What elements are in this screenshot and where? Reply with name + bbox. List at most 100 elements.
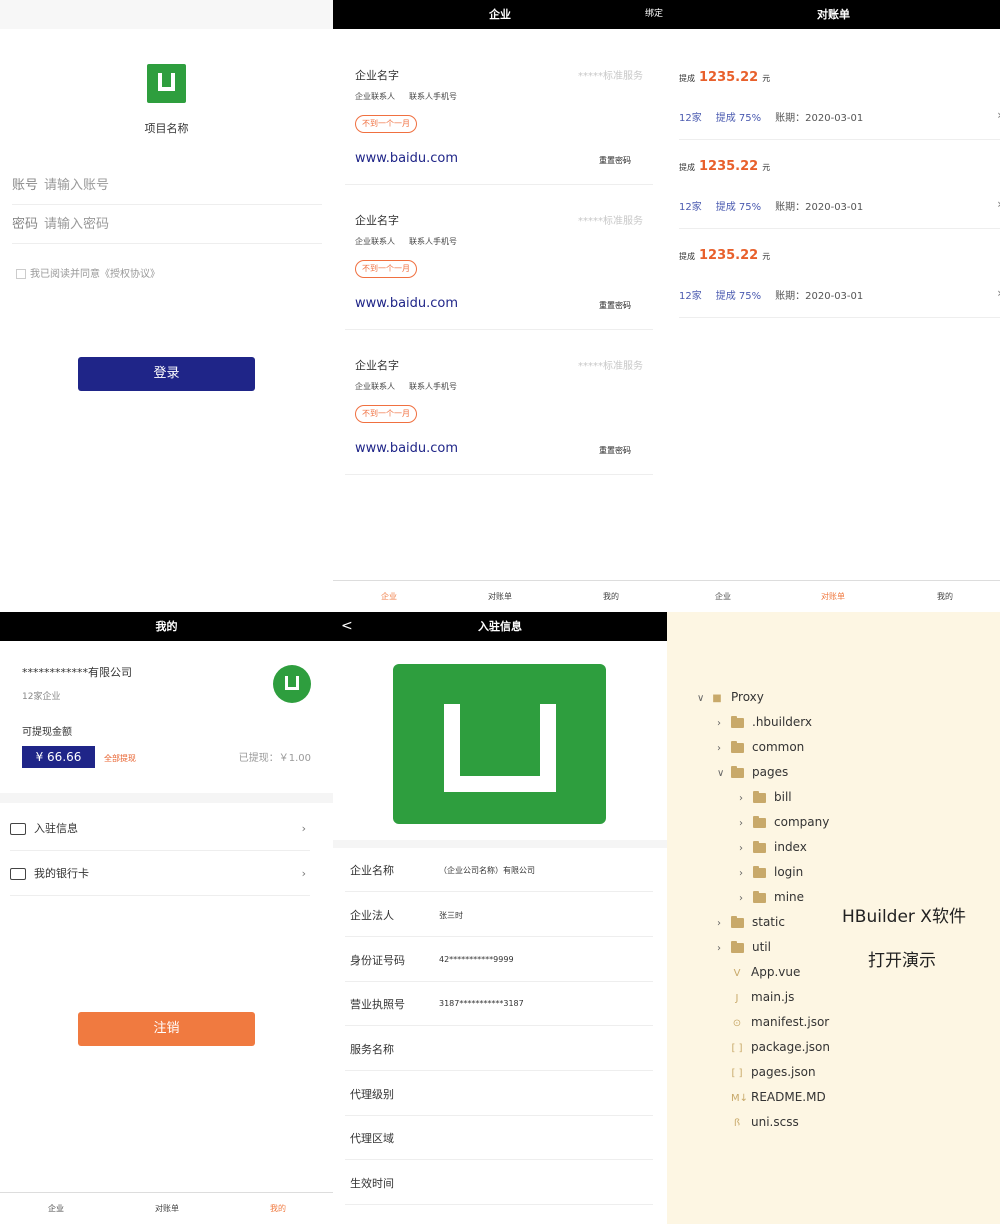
tree-item[interactable]: [ ] pages.json [731,1062,816,1082]
tree-item[interactable]: › login [739,862,803,882]
tree-label: bill [774,790,792,804]
commission-unit: 元 [762,163,771,172]
tree-item[interactable]: ꟗ uni.scss [731,1112,799,1132]
reset-password-button[interactable]: 重置密码 [599,445,631,456]
tree-item[interactable]: [ ] package.json [731,1037,831,1057]
info-row: 企业名称 （企业公司名称）有限公司 [345,848,653,892]
tree-item[interactable]: › bill [739,787,792,807]
tree-label: README.MD [751,1090,826,1104]
commission-unit: 元 [762,74,771,83]
tree-label: manifest.jsor [751,1015,830,1029]
bill-nav-title: 对账单 [817,8,850,21]
folder-icon [753,790,766,803]
company-count: 12家 [679,291,702,302]
tab-mine[interactable]: 我的 [603,591,619,602]
tree-item[interactable]: › .hbuilderx [717,712,812,732]
company-card[interactable]: 企业名字 *****标准服务 企业联系人 联系人手机号 不到一个一月 www.ba… [345,333,653,475]
bill-commission: 提成 1235.22 元 [679,70,770,85]
tab-bill[interactable]: 对账单 [821,591,845,602]
tree-item[interactable]: ∨ pages [717,762,788,782]
logout-button[interactable]: 注销 [78,1012,255,1046]
tab-mine[interactable]: 我的 [270,1203,286,1214]
withdraw-label: 可提现金额 [22,727,72,738]
reset-password-button[interactable]: 重置密码 [599,300,631,311]
contact-phone: 联系人手机号 [409,382,457,391]
account-summary: ************有限公司 12家企业 可提现金额 ¥ 66.66 全部提… [0,641,333,793]
tree-label: company [774,815,830,829]
company-contact: 企业联系人 联系人手机号 [355,236,471,247]
app-logo [147,64,186,103]
company-card[interactable]: 企业名字 *****标准服务 企业联系人 联系人手机号 不到一个一月 www.ba… [345,188,653,330]
withdrawn-amount: 已提现：￥1.00 [238,753,311,764]
tree-root[interactable]: ∨ ■ Proxy [697,687,764,707]
reset-password-button[interactable]: 重置密码 [599,155,631,166]
company-name: 企业名字 [355,359,399,372]
bill-details: 12家 提成 75% 账期：2020-03-01 [679,198,863,213]
caption-line2: 打开演示 [868,951,936,971]
info-row: 代理区域 [345,1116,653,1160]
info-label: 服务名称 [350,1043,394,1056]
agree-row[interactable]: 我已阅读并同意《授权协议》 [16,265,160,280]
company-contact: 企业联系人 联系人手机号 [355,91,471,102]
account-field[interactable]: 账号 请输入账号 [12,167,322,205]
contact-person: 企业联系人 [355,237,395,246]
password-input[interactable]: 请输入密码 [44,217,109,232]
tab-company[interactable]: 企业 [381,591,397,602]
duration-tag: 不到一个一月 [355,115,417,133]
login-button[interactable]: 登录 [78,357,255,391]
folder-icon [753,840,766,853]
tree-label: .hbuilderx [752,715,813,729]
password-field[interactable]: 密码 请输入密码 [12,206,322,244]
tab-company[interactable]: 企业 [715,591,731,602]
project-icon: ■ [712,693,722,704]
bind-button[interactable]: 绑定 [645,0,663,29]
mine-navbar: 我的 [0,612,333,641]
tree-label: index [774,840,807,854]
company-nav-title: 企业 [489,8,511,21]
company-navbar: 企业 绑定 [333,0,667,29]
agree-text[interactable]: 我已阅读并同意《授权协议》 [30,269,160,280]
info-navbar: < 入驻信息 [333,612,667,641]
project-file-tree: ∨ ■ Proxy › .hbuilderx › common ∨ pages › bill… [667,612,1000,1224]
folder-icon [731,740,744,753]
commission-label: 提成 [679,163,695,172]
company-url[interactable]: www.baidu.com [355,441,458,456]
markdown-file-icon: M↓ [731,1093,749,1104]
tree-item[interactable]: ⊙ manifest.jsor [731,1012,829,1032]
tree-item[interactable]: › common [717,737,804,757]
login-navbar [0,0,333,29]
login-screen: 项目名称 账号 请输入账号 密码 请输入密码 我已阅读并同意《授权协议》 登录 [0,0,333,612]
tab-bill[interactable]: 对账单 [155,1203,179,1214]
manifest-file-icon: ⊙ [732,1018,742,1029]
json-file-icon: [ ] [731,1043,743,1054]
chevron-down-icon: ∨ [717,768,725,779]
tree-item[interactable]: › company [739,812,829,832]
menu-bank-card[interactable]: 我的银行卡 › [10,852,310,896]
company-card[interactable]: 企业名字 *****标准服务 企业联系人 联系人手机号 不到一个一月 www.ba… [345,43,653,185]
tab-company[interactable]: 企业 [48,1203,64,1214]
tab-mine[interactable]: 我的 [937,591,953,602]
back-icon[interactable]: < [341,612,353,641]
commission-rate: 提成 75% [715,202,762,213]
tree-label: uni.scss [751,1115,799,1129]
company-screen: 企业 绑定 企业名字 *****标准服务 企业联系人 联系人手机号 不到一个一月 … [333,0,667,612]
bill-screen: 对账单 提成1235.22元 12家提成 75%账期：2020-03-01 › … [667,0,1000,612]
company-url[interactable]: www.baidu.com [355,151,458,166]
tab-bar: 企业 对账单 我的 [333,580,667,612]
company-url[interactable]: www.baidu.com [355,296,458,311]
account-input[interactable]: 请输入账号 [44,178,109,193]
bill-period: 账期：2020-03-01 [775,113,864,124]
company-name: 企业名字 [355,69,399,82]
tree-item[interactable]: Jmain.js [731,987,795,1007]
menu-settle-info[interactable]: 入驻信息 › [10,807,310,851]
bill-item[interactable]: 提成1235.22元 12家提成 75%账期：2020-03-01 › [679,141,1000,229]
tree-item[interactable]: › index [739,837,807,857]
bill-item[interactable]: 提成1235.22元 12家提成 75%账期：2020-03-01 › [679,52,1000,140]
chevron-right-icon: › [739,868,743,879]
withdraw-all-button[interactable]: 全部提现 [104,753,136,764]
agree-checkbox[interactable] [16,269,26,279]
tree-item[interactable]: M↓ README.MD [731,1087,826,1107]
contact-phone: 联系人手机号 [409,237,457,246]
bill-item[interactable]: 提成1235.22元 12家提成 75%账期：2020-03-01 › [679,230,1000,318]
tab-bill[interactable]: 对账单 [488,591,512,602]
